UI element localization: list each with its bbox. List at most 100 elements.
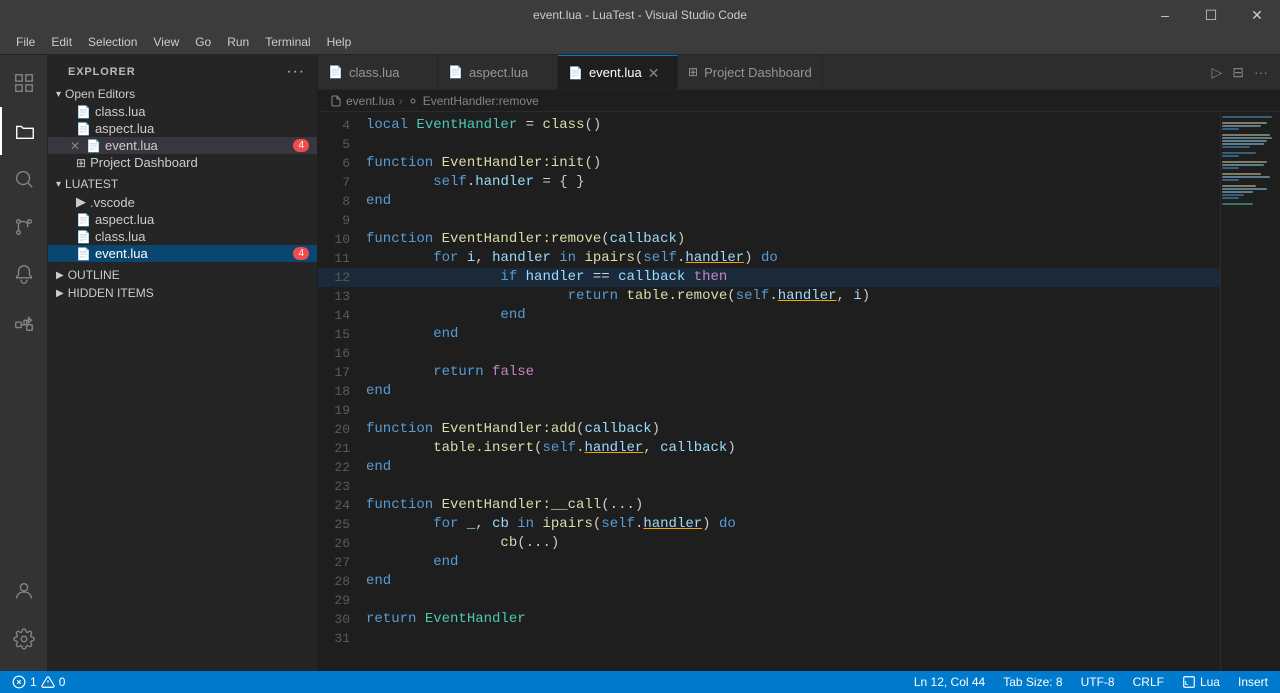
menu-help[interactable]: Help xyxy=(319,33,360,51)
activity-icon-debug[interactable] xyxy=(0,251,48,299)
sidebar-item-aspect-lua[interactable]: 📄 aspect.lua xyxy=(48,120,317,137)
status-line-ending[interactable]: CRLF xyxy=(1129,675,1168,689)
code-line-4: 4 local EventHandler = class() xyxy=(318,116,1220,135)
sidebar-item-event-lua[interactable]: ✕ 📄 event.lua 4 xyxy=(48,137,317,154)
sidebar-item-class-lua-tree[interactable]: 📄 class.lua xyxy=(48,228,317,245)
code-line-28: 28 end xyxy=(318,572,1220,591)
luatest-section[interactable]: ▾ LUATEST xyxy=(48,175,317,193)
open-editors-expand-icon: ▾ xyxy=(56,89,61,100)
sidebar-item-project-dashboard[interactable]: ⊞ Project Dashboard xyxy=(48,154,317,171)
status-right: Ln 12, Col 44 Tab Size: 8 UTF-8 CRLF L L… xyxy=(910,675,1272,689)
tab-event-lua-close[interactable]: ✕ xyxy=(648,66,660,80)
sidebar-more-button[interactable]: ··· xyxy=(286,63,305,81)
sidebar-item-vscode[interactable]: ▶ .vscode xyxy=(48,193,317,211)
line-content-8: end xyxy=(366,192,1220,211)
status-tab-size[interactable]: Tab Size: 8 xyxy=(999,675,1066,689)
tab-aspect-lua-label: aspect.lua xyxy=(469,65,528,80)
line-content-23 xyxy=(366,477,1220,496)
outline-section[interactable]: ▶ OUTLINE xyxy=(48,266,317,284)
status-language[interactable]: L Lua xyxy=(1178,675,1224,689)
line-content-28: end xyxy=(366,572,1220,591)
breadcrumb-separator: › xyxy=(399,94,403,108)
line-content-21: table.insert(self.handler, callback) xyxy=(366,439,1220,458)
tab-aspect-lua[interactable]: 📄 aspect.lua xyxy=(438,55,558,89)
line-content-4: local EventHandler = class() xyxy=(366,116,1220,135)
status-encoding[interactable]: UTF-8 xyxy=(1077,675,1119,689)
menu-selection[interactable]: Selection xyxy=(80,33,145,51)
code-line-5: 5 xyxy=(318,135,1220,154)
code-line-6: 6 function EventHandler:init() xyxy=(318,154,1220,173)
code-line-21: 21 table.insert(self.handler, callback) xyxy=(318,439,1220,458)
tab-actions: ▷ ⊟ ··· xyxy=(1207,55,1280,89)
event-lua-close-icon[interactable]: ✕ xyxy=(70,139,80,153)
sidebar-item-class-lua[interactable]: 📄 class.lua xyxy=(48,103,317,120)
menu-edit[interactable]: Edit xyxy=(43,33,80,51)
editor-container: 4 local EventHandler = class() 5 6 funct… xyxy=(318,112,1280,671)
breadcrumb-file[interactable]: event.lua xyxy=(346,94,395,108)
activity-icon-account[interactable] xyxy=(0,567,48,615)
status-insert-mode[interactable]: Insert xyxy=(1234,675,1272,689)
minimize-button[interactable]: – xyxy=(1142,0,1188,30)
tabs-bar: 📄 class.lua 📄 aspect.lua 📄 event.lua ✕ ⊞… xyxy=(318,55,1280,90)
title-bar: event.lua - LuaTest - Visual Studio Code… xyxy=(0,0,1280,30)
tab-size-label: Tab Size: 8 xyxy=(1003,675,1062,689)
line-num-7: 7 xyxy=(318,173,366,192)
sidebar-item-aspect-lua-tree[interactable]: 📄 aspect.lua xyxy=(48,211,317,228)
breadcrumb-file-icon xyxy=(330,95,342,107)
code-line-23: 23 xyxy=(318,477,1220,496)
hidden-items-section[interactable]: ▶ HIDDEN ITEMS xyxy=(48,284,317,302)
close-button[interactable]: ✕ xyxy=(1234,0,1280,30)
code-line-13: 13 return table.remove(self.handler, i) xyxy=(318,287,1220,306)
line-num-22: 22 xyxy=(318,458,366,477)
activity-icon-settings[interactable] xyxy=(0,615,48,663)
activity-icon-extensions[interactable] xyxy=(0,299,48,347)
position-label: Ln 12, Col 44 xyxy=(914,675,985,689)
minimap-content xyxy=(1220,112,1280,210)
code-line-29: 29 xyxy=(318,591,1220,610)
tab-project-dashboard[interactable]: ⊞ Project Dashboard xyxy=(678,55,823,89)
open-editors-section[interactable]: ▾ Open Editors xyxy=(48,85,317,103)
tab-event-lua[interactable]: 📄 event.lua ✕ xyxy=(558,55,678,89)
code-line-15: 15 end xyxy=(318,325,1220,344)
menu-terminal[interactable]: Terminal xyxy=(257,33,318,51)
tab-class-lua[interactable]: 📄 class.lua xyxy=(318,55,438,89)
line-num-6: 6 xyxy=(318,154,366,173)
split-editor-button[interactable]: ⊟ xyxy=(1228,62,1248,83)
insert-mode-label: Insert xyxy=(1238,675,1268,689)
status-position[interactable]: Ln 12, Col 44 xyxy=(910,675,989,689)
code-line-11: 11 for i, handler in ipairs(self.handler… xyxy=(318,249,1220,268)
activity-icon-source-control[interactable] xyxy=(0,203,48,251)
maximize-button[interactable]: ☐ xyxy=(1188,0,1234,30)
activity-icon-search[interactable] xyxy=(0,155,48,203)
tab-event-lua-icon: 📄 xyxy=(568,66,583,80)
tab-project-dashboard-icon: ⊞ xyxy=(688,65,698,79)
code-line-31: 31 xyxy=(318,629,1220,648)
minimap[interactable] xyxy=(1220,112,1280,671)
menu-file[interactable]: File xyxy=(8,33,43,51)
line-num-5: 5 xyxy=(318,135,366,154)
menu-run[interactable]: Run xyxy=(219,33,257,51)
sidebar-header: Explorer ··· xyxy=(48,55,317,85)
line-num-27: 27 xyxy=(318,553,366,572)
menu-view[interactable]: View xyxy=(145,33,187,51)
line-content-6: function EventHandler:init() xyxy=(366,154,1220,173)
code-editor[interactable]: 4 local EventHandler = class() 5 6 funct… xyxy=(318,112,1220,671)
activity-icon-explorer[interactable] xyxy=(0,107,48,155)
code-line-12: 12 if handler == callback then xyxy=(318,268,1220,287)
more-actions-button[interactable]: ··· xyxy=(1250,62,1272,82)
sidebar-item-event-lua-tree[interactable]: 📄 event.lua 4 xyxy=(48,245,317,262)
code-line-14: 14 end xyxy=(318,306,1220,325)
menu-go[interactable]: Go xyxy=(187,33,219,51)
activity-bar xyxy=(0,55,48,671)
status-errors[interactable]: 1 0 xyxy=(8,675,69,689)
editor-panel: 📄 class.lua 📄 aspect.lua 📄 event.lua ✕ ⊞… xyxy=(318,55,1280,671)
code-line-8: 8 end xyxy=(318,192,1220,211)
sidebar-title: Explorer xyxy=(68,66,136,78)
breadcrumb-symbol[interactable]: EventHandler:remove xyxy=(423,94,539,108)
line-num-19: 19 xyxy=(318,401,366,420)
run-button[interactable]: ▷ xyxy=(1207,62,1226,83)
tab-class-lua-icon: 📄 xyxy=(328,65,343,79)
code-line-9: 9 xyxy=(318,211,1220,230)
activity-icon-grid[interactable] xyxy=(0,59,48,107)
line-content-22: end xyxy=(366,458,1220,477)
